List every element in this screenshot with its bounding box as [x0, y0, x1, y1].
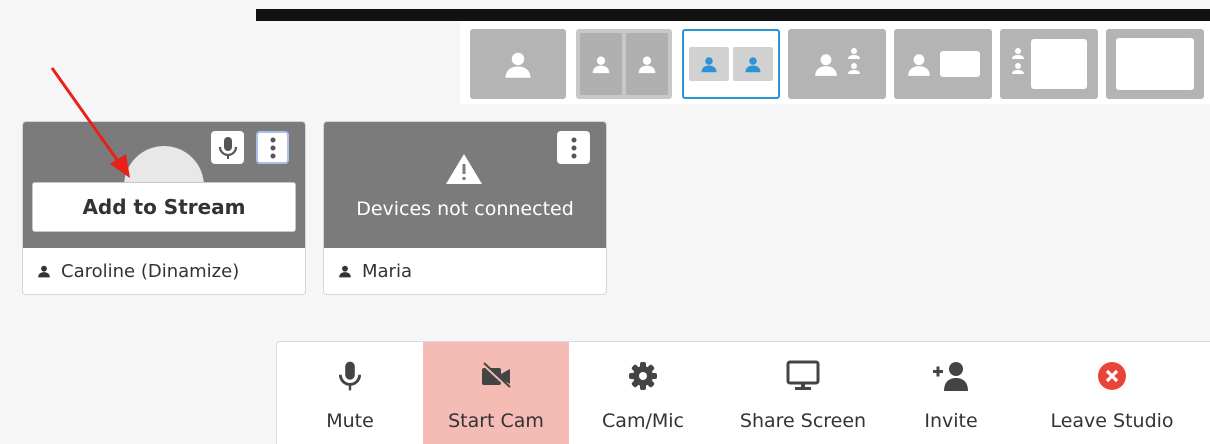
stacked-people-icon — [848, 48, 860, 74]
person-icon — [745, 57, 761, 73]
layout-split-gray-button[interactable] — [576, 29, 672, 99]
top-bar — [256, 9, 1210, 21]
add-person-icon — [933, 362, 968, 391]
layout-slot — [580, 33, 622, 95]
start-cam-label: Start Cam — [448, 410, 544, 432]
screen-slot — [1116, 38, 1194, 90]
cam-mic-settings-button[interactable]: Cam/Mic — [569, 342, 717, 444]
layout-solo-button[interactable] — [470, 29, 566, 99]
microphone-icon — [338, 361, 362, 391]
person-icon — [908, 54, 930, 76]
more-vertical-icon — [571, 137, 576, 158]
annotation-arrow — [50, 67, 130, 178]
camera-off-icon — [481, 362, 511, 390]
participant-name: Caroline (Dinamize) — [61, 260, 240, 282]
layout-one-plus-stack-button[interactable] — [788, 29, 886, 99]
screen-slot — [1031, 39, 1087, 89]
person-icon — [638, 56, 656, 74]
leave-studio-label: Leave Studio — [1050, 410, 1174, 432]
layout-stack-plus-screen-button[interactable] — [1000, 29, 1098, 99]
layout-one-plus-screen-button[interactable] — [894, 29, 992, 99]
person-icon — [38, 265, 50, 278]
share-screen-button[interactable]: Share Screen — [717, 342, 889, 444]
close-circle-icon — [1098, 362, 1126, 390]
cam-mic-label: Cam/Mic — [602, 410, 684, 432]
participant-name-row: Maria — [324, 248, 606, 294]
share-screen-label: Share Screen — [739, 410, 867, 432]
invite-button[interactable]: Invite — [889, 342, 1013, 444]
participant-name: Maria — [362, 260, 412, 282]
person-icon — [815, 54, 837, 76]
person-icon — [592, 56, 610, 74]
screen-slot — [940, 51, 980, 77]
mic-button[interactable] — [211, 131, 244, 164]
more-vertical-icon — [270, 137, 275, 158]
more-options-button[interactable] — [557, 131, 590, 164]
video-preview: Devices not connected — [324, 122, 606, 248]
participant-tile: Devices not connected Maria — [323, 121, 607, 295]
stacked-people-icon — [1012, 48, 1024, 74]
gear-icon — [629, 362, 657, 390]
monitor-icon — [786, 360, 820, 390]
mute-button[interactable]: Mute — [277, 342, 423, 444]
studio-toolbar: Mute Start Cam Cam/Mic Share Screen Invi… — [276, 341, 1210, 444]
warning-icon — [446, 154, 482, 184]
layout-slot — [689, 47, 729, 81]
more-options-button[interactable] — [256, 131, 289, 164]
start-cam-button[interactable]: Start Cam — [423, 342, 569, 444]
leave-studio-button[interactable]: Leave Studio — [1013, 342, 1210, 444]
person-icon — [339, 265, 351, 278]
layout-screen-only-button[interactable] — [1106, 29, 1204, 99]
invite-label: Invite — [924, 410, 978, 432]
layout-slot — [733, 47, 773, 81]
participant-name-row: Caroline (Dinamize) — [23, 248, 305, 294]
device-status-text: Devices not connected — [356, 198, 574, 220]
microphone-icon — [218, 136, 237, 159]
mute-label: Mute — [326, 410, 374, 432]
person-icon — [505, 52, 531, 78]
layout-slot — [626, 33, 668, 95]
layout-split-button-selected[interactable] — [682, 29, 780, 99]
person-icon — [701, 57, 717, 73]
